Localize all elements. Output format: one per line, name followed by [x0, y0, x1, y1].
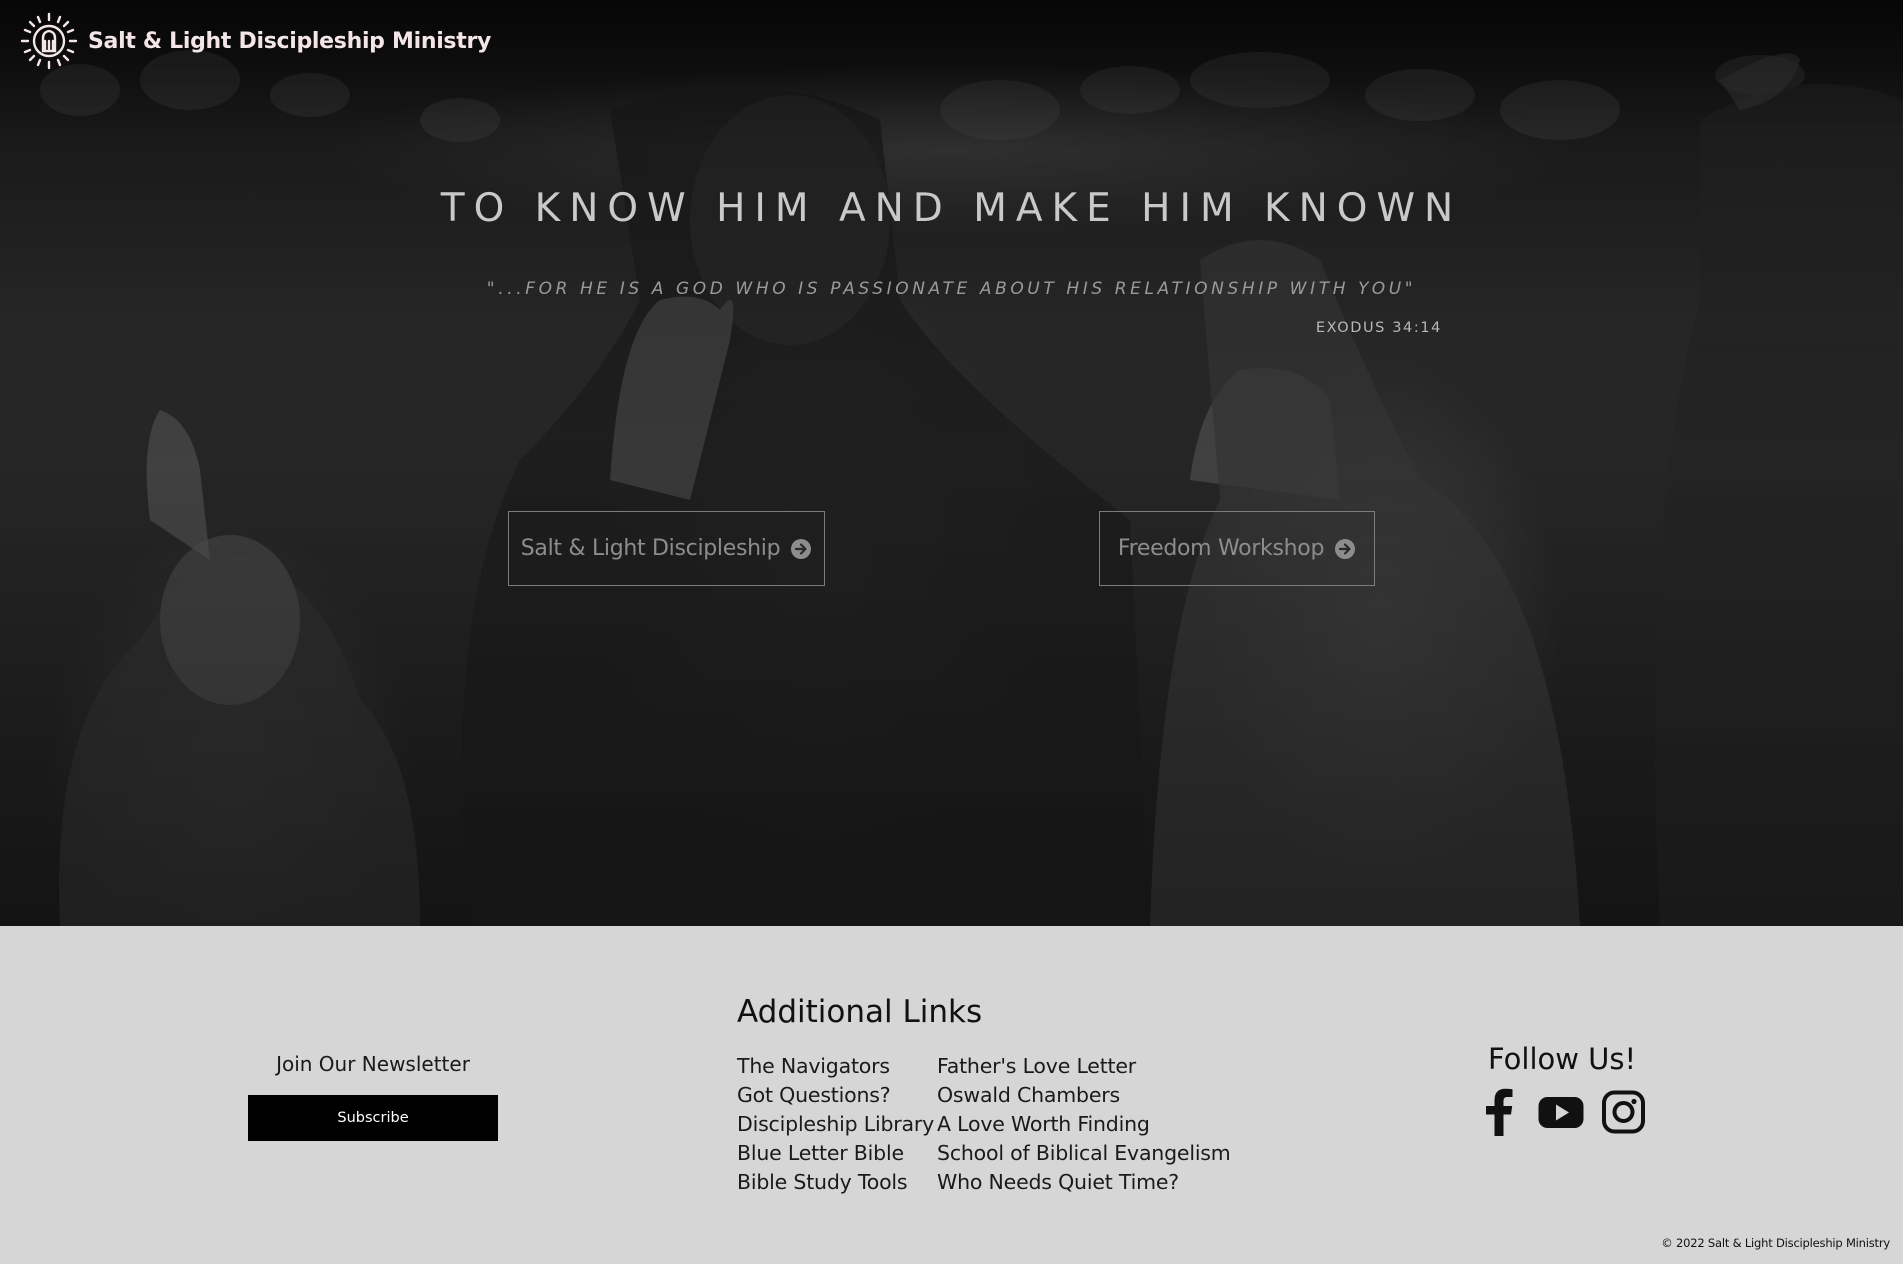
list-item[interactable]: A Love Worth Finding	[937, 1110, 1231, 1139]
subscribe-button[interactable]: Subscribe	[248, 1095, 498, 1141]
arrow-circle-right-icon	[1335, 538, 1356, 559]
link-fathers-love-letter[interactable]: Father's Love Letter	[937, 1054, 1136, 1078]
hero-title: TO KNOW HIM AND MAKE HIM KNOWN	[440, 186, 1463, 231]
link-oswald-chambers[interactable]: Oswald Chambers	[937, 1083, 1120, 1107]
arrow-circle-right-icon	[791, 538, 812, 559]
additional-links-title: Additional Links	[737, 994, 983, 1030]
list-item[interactable]: Bible Study Tools	[737, 1168, 934, 1197]
site-brand[interactable]: Salt & Light Discipleship Ministry	[20, 12, 491, 70]
hero-dark-overlay	[0, 0, 1903, 926]
link-the-navigators[interactable]: The Navigators	[737, 1054, 890, 1078]
follow-us-title: Follow Us!	[1488, 1042, 1637, 1076]
hero-section: Salt & Light Discipleship Ministry TO KN…	[0, 0, 1903, 926]
list-item[interactable]: Blue Letter Bible	[737, 1139, 934, 1168]
link-school-of-biblical-evangelism[interactable]: School of Biblical Evangelism	[937, 1141, 1231, 1165]
list-item[interactable]: The Navigators	[737, 1052, 934, 1081]
link-a-love-worth-finding[interactable]: A Love Worth Finding	[937, 1112, 1150, 1136]
hero-scripture-reference: EXODUS 34:14	[1315, 320, 1442, 336]
copyright-text: © 2022 Salt & Light Discipleship Ministr…	[1661, 1236, 1890, 1250]
brand-name: Salt & Light Discipleship Ministry	[88, 28, 492, 54]
additional-links-column-1: The Navigators Got Questions? Disciplesh…	[737, 1052, 934, 1197]
youtube-icon[interactable]	[1538, 1088, 1584, 1136]
newsletter-title: Join Our Newsletter	[276, 1052, 470, 1076]
link-blue-letter-bible[interactable]: Blue Letter Bible	[737, 1141, 904, 1165]
button-label: Salt & Light Discipleship	[520, 536, 781, 561]
list-item[interactable]: Discipleship Library	[737, 1110, 934, 1139]
facebook-icon[interactable]	[1484, 1088, 1514, 1136]
list-item[interactable]: Got Questions?	[737, 1081, 934, 1110]
instagram-icon[interactable]	[1601, 1088, 1646, 1136]
salt-light-discipleship-button[interactable]: Salt & Light Discipleship	[508, 511, 825, 586]
freedom-workshop-button[interactable]: Freedom Workshop	[1099, 511, 1375, 586]
sun-salt-shaker-logo-icon	[20, 12, 78, 70]
link-got-questions[interactable]: Got Questions?	[737, 1083, 891, 1107]
link-bible-study-tools[interactable]: Bible Study Tools	[737, 1170, 908, 1194]
link-who-needs-quiet-time[interactable]: Who Needs Quiet Time?	[937, 1170, 1179, 1194]
additional-links-column-2: Father's Love Letter Oswald Chambers A L…	[937, 1052, 1231, 1197]
list-item[interactable]: School of Biblical Evangelism	[937, 1139, 1231, 1168]
list-item[interactable]: Father's Love Letter	[937, 1052, 1231, 1081]
hero-scripture-quote: "...FOR HE IS A GOD WHO IS PASSIONATE AB…	[486, 279, 1417, 299]
button-label: Freedom Workshop	[1117, 536, 1325, 561]
list-item[interactable]: Who Needs Quiet Time?	[937, 1168, 1231, 1197]
link-discipleship-library[interactable]: Discipleship Library	[737, 1112, 934, 1136]
list-item[interactable]: Oswald Chambers	[937, 1081, 1231, 1110]
